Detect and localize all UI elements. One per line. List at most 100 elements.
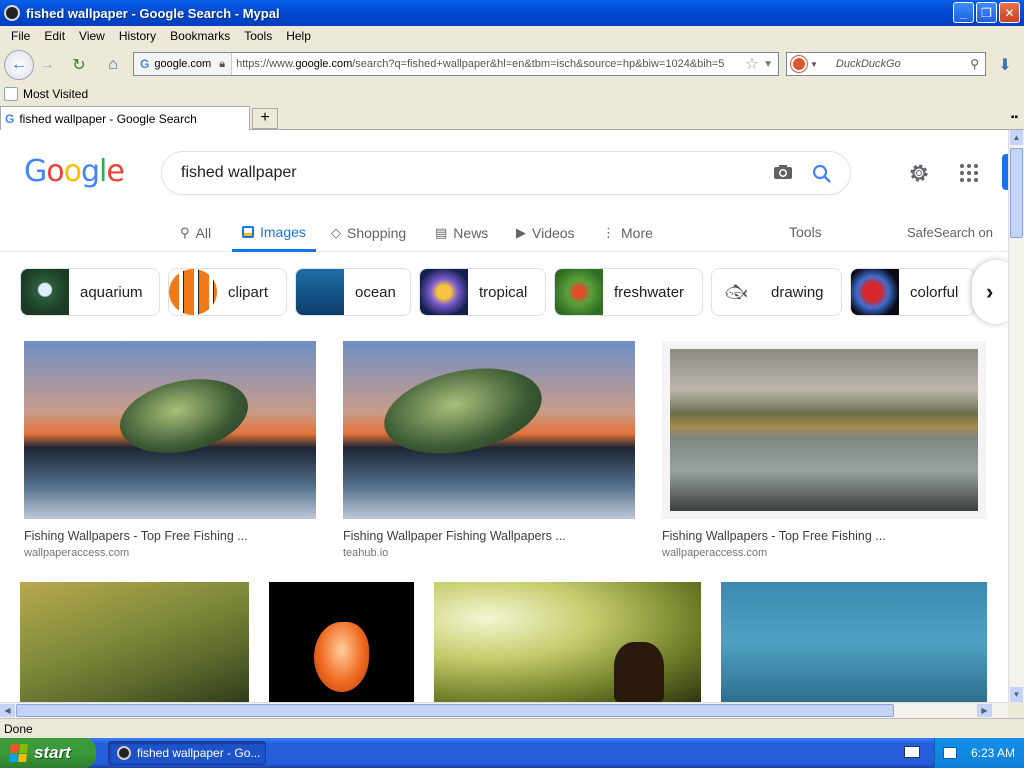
vertical-scroll-thumb[interactable] bbox=[1010, 148, 1023, 238]
chip-ocean[interactable]: ocean bbox=[295, 268, 411, 316]
start-button[interactable]: start bbox=[0, 738, 96, 768]
tab-all[interactable]: ⚲ All bbox=[180, 214, 211, 252]
search-icon[interactable] bbox=[812, 164, 832, 184]
result-image-underwater-bass[interactable] bbox=[20, 582, 249, 702]
tab-images-label: Images bbox=[260, 223, 306, 240]
downloads-button[interactable]: ⬇ bbox=[992, 54, 1018, 76]
mypal-app-icon bbox=[4, 5, 20, 21]
forward-button[interactable]: → bbox=[34, 52, 60, 78]
tab-videos-label: Videos bbox=[532, 225, 575, 241]
image-result[interactable]: Fishing Wallpapers - Top Free Fishing ..… bbox=[24, 341, 316, 559]
result-image-goldfish[interactable] bbox=[269, 582, 414, 702]
camera-search-icon[interactable] bbox=[773, 164, 793, 180]
tab-videos[interactable]: ▶ Videos bbox=[516, 214, 575, 252]
keyboard-layout-icon[interactable] bbox=[904, 746, 920, 758]
result-source[interactable]: teahub.io bbox=[343, 547, 635, 559]
chip-aquarium-label: aquarium bbox=[80, 283, 143, 301]
home-button[interactable]: ⌂ bbox=[100, 52, 126, 78]
horizontal-scroll-thumb[interactable] bbox=[16, 704, 894, 717]
tab-shopping[interactable]: ◇ Shopping bbox=[331, 214, 406, 252]
chip-aquarium[interactable]: aquarium bbox=[20, 268, 160, 316]
google-search-box[interactable]: fished wallpaper bbox=[161, 151, 851, 195]
result-image-fisherman[interactable] bbox=[434, 582, 701, 702]
windows-taskbar: start fished wallpaper - Go... 6:23 AM bbox=[0, 738, 1024, 768]
bookmark-star-icon[interactable]: ☆ bbox=[745, 54, 759, 74]
taskbar-window-label: fished wallpaper - Go... bbox=[137, 746, 261, 760]
tab-news[interactable]: ▤ News bbox=[435, 214, 488, 252]
tab-more-label: More bbox=[621, 225, 653, 241]
network-icon[interactable] bbox=[943, 747, 957, 759]
tab-google-search[interactable]: G fished wallpaper - Google Search bbox=[0, 106, 250, 130]
taskbar-window-button[interactable]: fished wallpaper - Go... bbox=[108, 741, 266, 765]
horizontal-scrollbar[interactable]: ◀ ▶ bbox=[0, 702, 1008, 718]
menu-file[interactable]: File bbox=[4, 29, 37, 43]
tab-images[interactable]: Images bbox=[232, 214, 316, 252]
menu-tools[interactable]: Tools bbox=[237, 29, 279, 43]
engine-dropdown-icon[interactable]: ▼ bbox=[810, 60, 818, 69]
duckduckgo-icon[interactable] bbox=[791, 56, 807, 72]
result-image-bass[interactable] bbox=[24, 341, 316, 519]
settings-gear-icon[interactable] bbox=[908, 162, 930, 184]
most-visited-bookmark[interactable]: Most Visited bbox=[23, 87, 88, 101]
scroll-right-icon[interactable]: ▶ bbox=[977, 704, 992, 717]
menu-bookmarks[interactable]: Bookmarks bbox=[163, 29, 237, 43]
minimize-button[interactable]: _ bbox=[953, 2, 974, 23]
result-image-bass-2[interactable] bbox=[343, 341, 635, 519]
scroll-left-icon[interactable]: ◀ bbox=[0, 704, 15, 717]
tab-more[interactable]: ⋮ More bbox=[602, 214, 653, 252]
google-logo[interactable]: Google bbox=[24, 154, 125, 189]
chip-tropical[interactable]: tropical bbox=[419, 268, 546, 316]
address-bar[interactable]: G google.com 🔒︎ https://www.google.com/s… bbox=[133, 52, 779, 76]
image-result[interactable]: Fishing Wallpapers - Top Free Fishing ..… bbox=[662, 341, 986, 559]
forward-arrow-icon: → bbox=[39, 56, 55, 73]
back-arrow-icon: ← bbox=[11, 56, 27, 73]
google-apps-icon[interactable] bbox=[960, 164, 978, 182]
result-image-lake[interactable] bbox=[662, 341, 986, 519]
site-identity-button[interactable]: G google.com 🔒︎ bbox=[134, 53, 233, 75]
maximize-button[interactable]: ❐ bbox=[976, 2, 997, 23]
url-dropdown-icon[interactable]: ▼ bbox=[763, 59, 773, 70]
result-source[interactable]: wallpaperaccess.com bbox=[662, 547, 986, 559]
windows-flag-icon bbox=[9, 744, 29, 762]
tools-button[interactable]: Tools bbox=[789, 224, 822, 240]
chip-tropical-label: tropical bbox=[479, 283, 528, 301]
result-image-school-of-fish[interactable] bbox=[721, 582, 987, 702]
chip-freshwater[interactable]: freshwater bbox=[554, 268, 703, 316]
search-small-icon: ⚲ bbox=[180, 225, 190, 240]
vertical-scrollbar[interactable]: ▲ ▼ bbox=[1008, 130, 1024, 702]
chevron-right-icon: › bbox=[986, 279, 994, 304]
result-title[interactable]: Fishing Wallpapers - Top Free Fishing ..… bbox=[662, 529, 986, 543]
tab-shopping-label: Shopping bbox=[347, 225, 407, 241]
scroll-up-icon[interactable]: ▲ bbox=[1010, 130, 1023, 145]
scroll-down-icon[interactable]: ▼ bbox=[1010, 687, 1023, 702]
search-magnifier-icon[interactable]: ⚲ bbox=[970, 57, 979, 71]
url-text[interactable]: https://www.google.com/search?q=fished+w… bbox=[232, 58, 741, 70]
tab-list-icon[interactable]: ▪▪ bbox=[1011, 112, 1018, 123]
chip-freshwater-thumbnail bbox=[555, 269, 603, 315]
chip-clipart[interactable]: clipart bbox=[168, 268, 287, 316]
clock[interactable]: 6:23 AM bbox=[971, 746, 1015, 760]
image-result[interactable]: Fishing Wallpaper Fishing Wallpapers ...… bbox=[343, 341, 635, 559]
search-query[interactable]: fished wallpaper bbox=[181, 164, 297, 182]
site-identity-label: google.com bbox=[154, 58, 212, 70]
chip-colorful[interactable]: colorful bbox=[850, 268, 975, 316]
result-title[interactable]: Fishing Wallpapers - Top Free Fishing ..… bbox=[24, 529, 316, 543]
new-tab-button[interactable]: + bbox=[252, 108, 278, 129]
search-bar[interactable]: ▼ DuckDuckGo ⚲ bbox=[786, 52, 986, 76]
chip-drawing[interactable]: 🐟︎ drawing bbox=[711, 268, 842, 316]
menu-view[interactable]: View bbox=[72, 29, 112, 43]
menu-history[interactable]: History bbox=[112, 29, 163, 43]
back-button[interactable]: ← bbox=[4, 50, 34, 80]
search-engine-placeholder: DuckDuckGo bbox=[835, 58, 901, 70]
menu-edit[interactable]: Edit bbox=[37, 29, 72, 43]
result-title[interactable]: Fishing Wallpaper Fishing Wallpapers ... bbox=[343, 529, 635, 543]
result-source[interactable]: wallpaperaccess.com bbox=[24, 547, 316, 559]
chips-next-button[interactable]: › bbox=[972, 260, 1008, 324]
close-button[interactable]: ✕ bbox=[999, 2, 1020, 23]
reload-button[interactable]: ↻ bbox=[66, 52, 92, 78]
download-arrow-icon: ⬇ bbox=[998, 57, 1012, 74]
safesearch-toggle[interactable]: SafeSearch on bbox=[907, 225, 993, 240]
tab-all-label: All bbox=[195, 225, 212, 241]
menu-help[interactable]: Help bbox=[279, 29, 318, 43]
tag-icon: ◇ bbox=[331, 225, 341, 240]
